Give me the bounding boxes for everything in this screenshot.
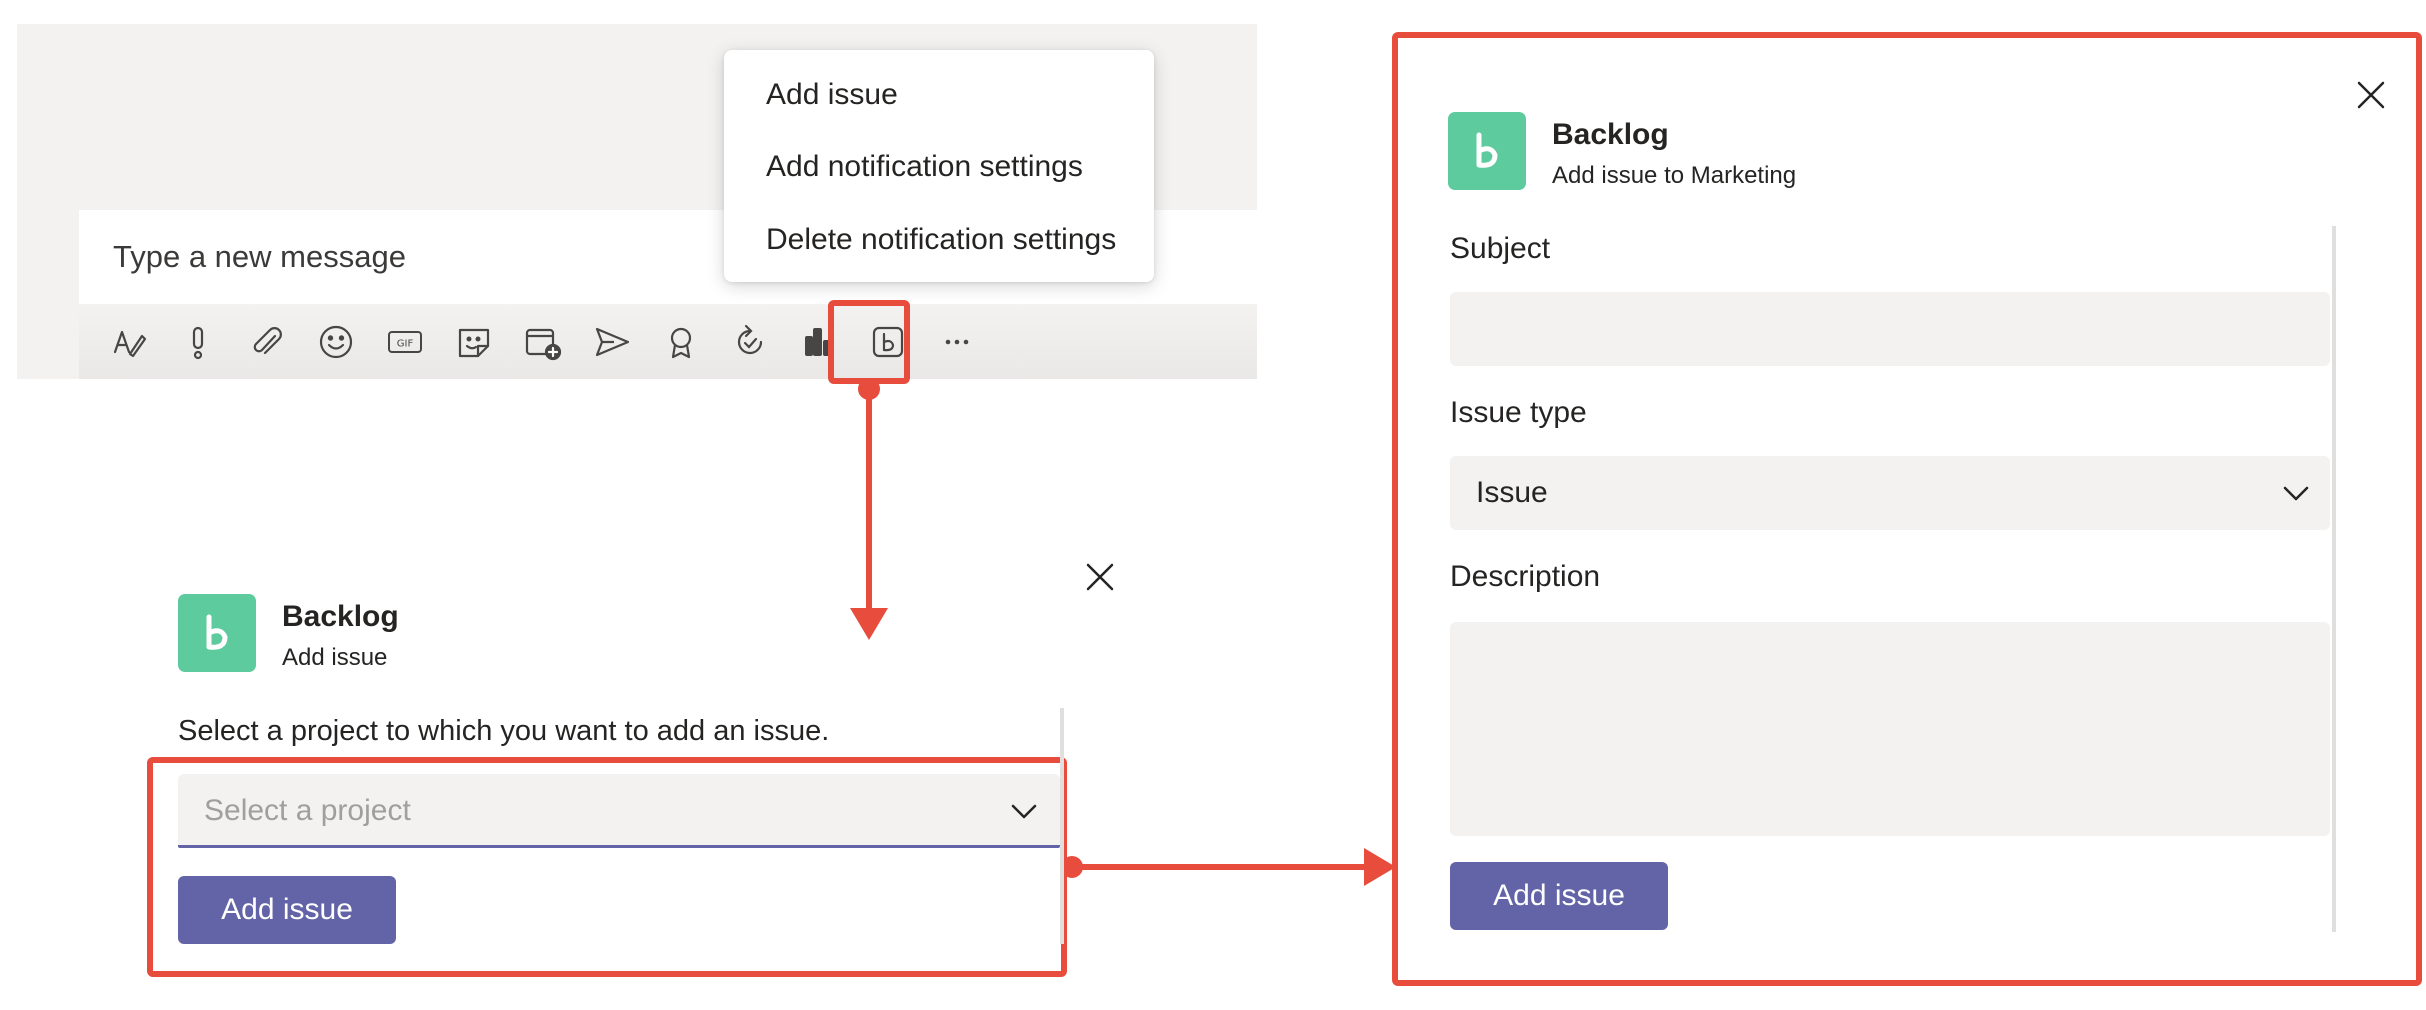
scrollbar[interactable] — [1060, 708, 1064, 944]
compose-toolbar: GIF — [79, 304, 1257, 379]
subject-label: Subject — [1450, 232, 1551, 265]
close-icon[interactable] — [2353, 77, 2389, 113]
app-name: Backlog — [282, 600, 399, 633]
chevron-down-icon — [2280, 477, 2312, 509]
format-icon[interactable] — [106, 319, 152, 365]
chevron-down-icon — [1008, 795, 1040, 827]
attach-icon[interactable] — [244, 319, 290, 365]
meet-now-icon[interactable] — [520, 319, 566, 365]
svg-text:GIF: GIF — [397, 339, 414, 350]
close-icon[interactable] — [1082, 559, 1118, 595]
connector-line — [1070, 864, 1380, 870]
description-label: Description — [1450, 560, 1601, 593]
send-icon[interactable] — [589, 319, 635, 365]
subject-field[interactable] — [1450, 292, 2330, 366]
backlog-logo — [178, 594, 256, 672]
backlog-action-menu: Add issue Add notification settings Dele… — [724, 50, 1154, 282]
menu-item-add-notification-settings[interactable]: Add notification settings — [766, 150, 1083, 184]
dialog-subtitle: Add issue to Marketing — [1552, 162, 1797, 189]
app-name: Backlog — [1552, 118, 1669, 151]
gif-icon[interactable]: GIF — [382, 319, 428, 365]
project-prompt: Select a project to which you want to ad… — [178, 715, 830, 747]
issue-type-label: Issue type — [1450, 396, 1587, 429]
project-select[interactable]: Select a project — [178, 774, 1060, 848]
add-issue-submit-button[interactable]: Add issue — [1450, 862, 1668, 930]
dialog-subtitle: Add issue — [282, 644, 388, 671]
important-icon[interactable] — [175, 319, 221, 365]
menu-item-delete-notification-settings[interactable]: Delete notification settings — [766, 223, 1116, 257]
connector-line — [866, 384, 872, 616]
more-options-icon[interactable] — [934, 319, 980, 365]
highlight-backlog-button — [828, 300, 910, 384]
description-field[interactable] — [1450, 622, 2330, 836]
message-placeholder: Type a new message — [113, 239, 406, 274]
sticker-icon[interactable] — [451, 319, 497, 365]
loop-icon[interactable] — [727, 319, 773, 365]
issue-type-value: Issue — [1476, 476, 1548, 509]
arrow-down — [850, 608, 888, 640]
emoji-icon[interactable] — [313, 319, 359, 365]
project-select-placeholder: Select a project — [204, 794, 411, 827]
issue-type-select[interactable]: Issue — [1450, 456, 2330, 530]
scrollbar[interactable] — [2332, 226, 2336, 932]
praise-icon[interactable] — [658, 319, 704, 365]
menu-item-add-issue[interactable]: Add issue — [766, 78, 898, 112]
add-issue-button[interactable]: Add issue — [178, 876, 396, 944]
backlog-logo — [1448, 112, 1526, 190]
